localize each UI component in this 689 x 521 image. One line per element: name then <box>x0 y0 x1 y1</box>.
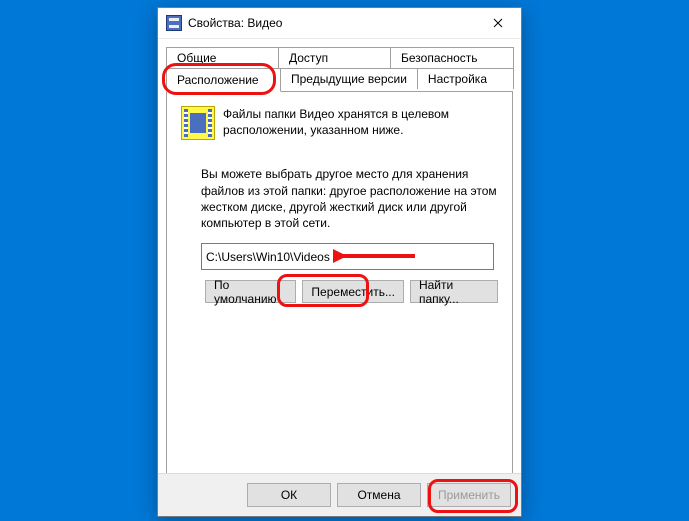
properties-dialog: Свойства: Видео Общие Доступ Безопасност… <box>157 7 522 517</box>
close-icon <box>493 18 503 28</box>
tabs-row-1: Общие Доступ Безопасность <box>166 47 513 68</box>
path-input-value: C:\Users\Win10\Videos <box>206 250 330 264</box>
location-description-1: Файлы папки Видео хранятся в целевом рас… <box>223 106 498 138</box>
window-title: Свойства: Видео <box>188 16 475 30</box>
location-buttons-row: По умолчанию Переместить... Найти папку.… <box>205 280 498 303</box>
move-button[interactable]: Переместить... <box>302 280 404 303</box>
dialog-footer: ОК Отмена Применить <box>158 473 521 516</box>
tabs-container: Общие Доступ Безопасность Расположение П… <box>166 47 513 499</box>
location-description-2: Вы можете выбрать другое место для хране… <box>201 166 498 231</box>
ok-button[interactable]: ОК <box>247 483 331 507</box>
tab-panel-location: Файлы папки Видео хранятся в целевом рас… <box>166 91 513 499</box>
tab-location[interactable]: Расположение <box>166 68 281 92</box>
close-button[interactable] <box>475 8 521 38</box>
tab-security[interactable]: Безопасность <box>390 47 514 68</box>
tab-general[interactable]: Общие <box>166 47 279 68</box>
restore-default-button[interactable]: По умолчанию <box>205 280 296 303</box>
tab-previous-versions[interactable]: Предыдущие версии <box>280 68 418 89</box>
titlebar[interactable]: Свойства: Видео <box>158 8 521 39</box>
find-folder-button[interactable]: Найти папку... <box>410 280 498 303</box>
video-folder-icon <box>166 15 182 31</box>
cancel-button[interactable]: Отмена <box>337 483 421 507</box>
tab-customize[interactable]: Настройка <box>417 68 514 89</box>
apply-button[interactable]: Применить <box>427 483 511 507</box>
path-input[interactable]: C:\Users\Win10\Videos <box>201 243 494 270</box>
tab-sharing[interactable]: Доступ <box>278 47 391 68</box>
video-large-icon <box>181 106 215 140</box>
tabs-row-2: Расположение Предыдущие версии Настройка <box>166 68 513 91</box>
